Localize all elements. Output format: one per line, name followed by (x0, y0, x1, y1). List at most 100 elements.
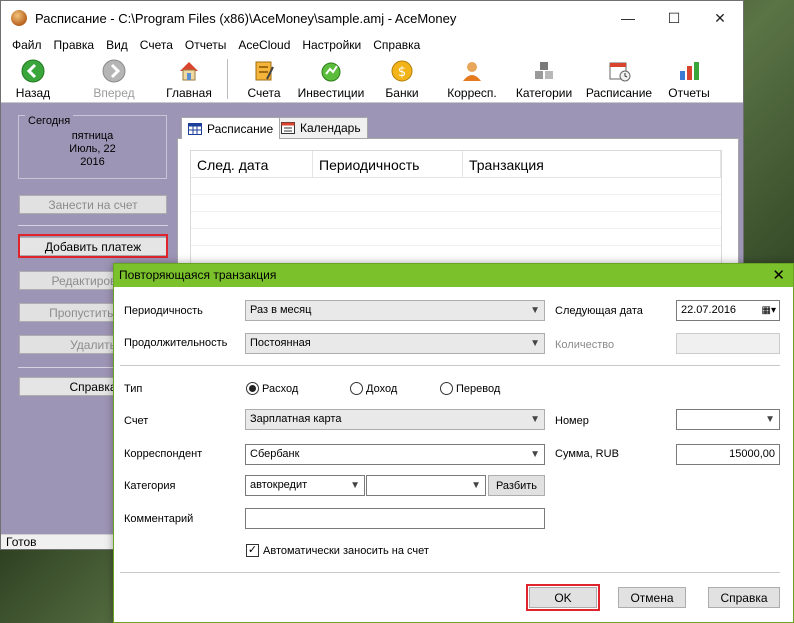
dialog-title-bar[interactable]: Повторяющаяся транзакция ✕ (114, 264, 793, 287)
list-row (191, 229, 721, 246)
investments-label: Инвестиции (297, 86, 365, 100)
enter-to-account-button[interactable]: Занести на счет (19, 195, 167, 214)
column-periodicity[interactable]: Периодичность (313, 151, 463, 177)
schedule-label: Расписание (585, 86, 653, 100)
auto-enter-label: Автоматически заносить на счет (263, 544, 429, 557)
calendar-small-icon (281, 122, 295, 134)
window-controls: — ☐ ✕ (605, 1, 743, 35)
dialog-help-button[interactable]: Справка (708, 587, 780, 608)
checkmark-icon: ✓ (246, 544, 259, 557)
today-label: Сегодня (25, 115, 74, 127)
next-date-label: Следующая дата (555, 305, 643, 317)
bar-chart-icon (677, 59, 701, 83)
close-window-button[interactable]: ✕ (697, 1, 743, 35)
banks-button[interactable]: $ Банки (382, 55, 422, 103)
chevron-down-icon: ▼ (350, 480, 360, 491)
type-income-label: Доход (366, 382, 398, 395)
accounts-button[interactable]: Счета (240, 55, 288, 103)
chevron-down-icon: ▼ (530, 449, 540, 460)
payee-select[interactable]: Сбербанк ▼ (245, 444, 545, 465)
payees-button[interactable]: Корресп. (444, 55, 500, 103)
svg-text:$: $ (398, 65, 406, 80)
amount-input[interactable]: 15000,00 (676, 444, 780, 465)
radio-empty-icon (440, 382, 453, 395)
menu-file[interactable]: Файл (6, 38, 48, 52)
category-select[interactable]: автокредит ▼ (245, 475, 365, 496)
category-value: автокредит (250, 479, 308, 491)
payees-label: Корресп. (447, 86, 497, 100)
maximize-button[interactable]: ☐ (651, 1, 697, 35)
number-label: Номер (555, 415, 589, 427)
payee-label: Корреспондент (124, 448, 203, 460)
account-select[interactable]: Зарплатная карта ▼ (245, 409, 545, 430)
number-select[interactable]: ▼ (676, 409, 780, 430)
cancel-button[interactable]: Отмена (618, 587, 686, 608)
account-label: Счет (124, 415, 149, 427)
periodicity-select[interactable]: Раз в месяц ▼ (245, 300, 545, 321)
accounts-icon (252, 59, 276, 83)
list-row (191, 212, 721, 229)
categories-label: Категории (515, 86, 573, 100)
next-date-value: 22.07.2016 (681, 304, 737, 316)
subcategory-select[interactable]: ▼ (366, 475, 486, 496)
minimize-button[interactable]: — (605, 1, 651, 35)
periodicity-label: Периодичность (124, 305, 203, 317)
type-label: Тип (124, 383, 143, 395)
column-transaction[interactable]: Транзакция (463, 151, 721, 177)
menu-accounts[interactable]: Счета (134, 38, 179, 52)
tab-schedule-label: Расписание (207, 121, 274, 136)
menu-view[interactable]: Вид (100, 38, 134, 52)
payee-value: Сбербанк (250, 448, 300, 460)
type-transfer-radio[interactable]: Перевод (440, 382, 500, 395)
dialog-close-button[interactable]: ✕ (772, 264, 785, 287)
type-income-radio[interactable]: Доход (350, 382, 397, 395)
title-bar[interactable]: Расписание - C:\Program Files (x86)\AceM… (1, 1, 743, 35)
menu-help[interactable]: Справка (367, 38, 426, 52)
account-value: Зарплатная карта (250, 413, 342, 425)
next-date-picker[interactable]: 22.07.2016 ▦▾ (676, 300, 780, 321)
calendar-dropdown-icon: ▦▾ (761, 305, 776, 316)
banks-label: Банки (385, 86, 419, 100)
menu-bar: Файл Правка Вид Счета Отчеты AceCloud На… (1, 35, 743, 55)
menu-settings[interactable]: Настройки (296, 38, 367, 52)
home-button[interactable]: Главная (159, 55, 219, 103)
split-button[interactable]: Разбить (488, 475, 545, 496)
calendar-icon (607, 59, 631, 83)
chevron-down-icon: ▼ (765, 414, 775, 425)
type-expense-radio[interactable]: Расход (246, 382, 298, 395)
auto-enter-checkbox[interactable]: ✓ Автоматически заносить на счет (246, 544, 429, 557)
comment-label: Комментарий (124, 513, 194, 525)
tab-calendar[interactable]: Календарь (274, 117, 368, 138)
today-weekday: пятница (71, 130, 114, 142)
count-field (676, 333, 780, 354)
forward-button[interactable]: Вперед (79, 55, 149, 103)
type-expense-label: Расход (262, 382, 299, 395)
chevron-down-icon: ▼ (471, 480, 481, 491)
dialog-title: Повторяющаяся транзакция (119, 268, 277, 282)
home-label: Главная (166, 86, 212, 100)
toolbar: Назад Вперед Главная Счета Инвестиции $ … (1, 55, 743, 103)
window-title: Расписание - C:\Program Files (x86)\AceM… (35, 10, 457, 26)
reports-button[interactable]: Отчеты (664, 55, 714, 103)
back-button[interactable]: Назад (7, 55, 59, 103)
amount-label: Сумма, RUB (555, 448, 619, 460)
tab-schedule[interactable]: Расписание (181, 117, 281, 139)
menu-edit[interactable]: Правка (48, 38, 101, 52)
menu-reports[interactable]: Отчеты (179, 38, 232, 52)
back-label: Назад (15, 86, 51, 100)
acemoney-app-icon (11, 10, 27, 26)
count-label: Количество (555, 339, 615, 351)
list-row (191, 195, 721, 212)
table-grid-icon (188, 122, 202, 135)
column-next-date[interactable]: След. дата (191, 151, 313, 177)
comment-input[interactable] (245, 508, 545, 529)
home-icon (177, 59, 201, 83)
investments-button[interactable]: Инвестиции (296, 55, 366, 103)
dialog-divider (120, 365, 780, 366)
ok-highlight (526, 584, 600, 611)
categories-icon (532, 59, 556, 83)
duration-select[interactable]: Постоянная ▼ (245, 333, 545, 354)
categories-button[interactable]: Категории (514, 55, 574, 103)
schedule-button[interactable]: Расписание (584, 55, 654, 103)
menu-acecloud[interactable]: AceCloud (232, 38, 296, 52)
